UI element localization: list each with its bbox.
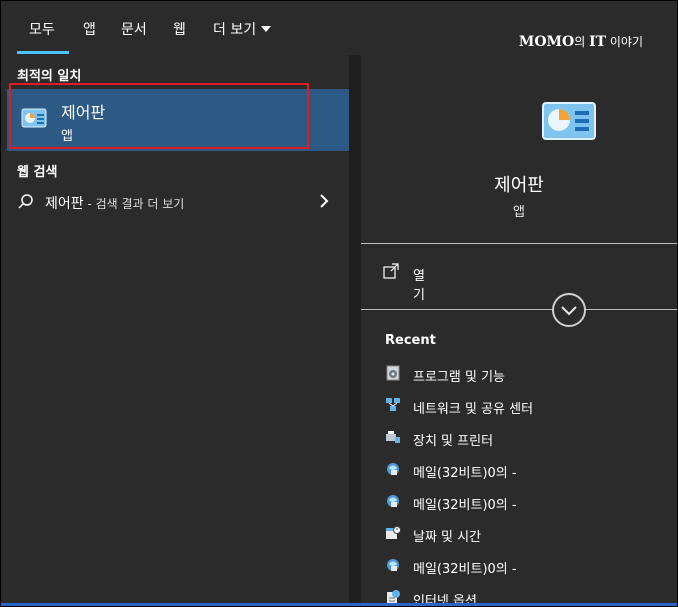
watermark-rest: 이야기: [606, 35, 643, 49]
pane-divider: [349, 55, 361, 606]
search-icon: [17, 193, 35, 215]
web-search-text: 제어판 - 검색 결과 더 보기: [45, 193, 184, 213]
mail-icon: [385, 493, 401, 509]
active-tab-indicator: [17, 51, 69, 54]
recent-heading: Recent: [385, 333, 436, 348]
detail-pane: 제어판 앱 열기 Recent 프로그램 및 기능 네트워크 및 공유 센터 장…: [361, 69, 677, 606]
chevron-down-icon: [261, 26, 272, 32]
watermark-it: IT: [589, 34, 607, 50]
open-external-icon: [383, 263, 399, 283]
programs-features-icon: [385, 365, 401, 381]
recent-item-label: 메일(32비트)0의 -: [413, 466, 517, 481]
control-panel-large-icon: [541, 101, 597, 145]
recent-item[interactable]: 프로그램 및 기능: [385, 365, 665, 389]
date-time-icon: [385, 525, 401, 541]
recent-item[interactable]: 메일(32비트)0의 -: [385, 557, 665, 581]
tab-more[interactable]: 더 보기: [213, 19, 272, 39]
detail-title: 제어판: [494, 175, 544, 196]
recent-item[interactable]: 날짜 및 시간: [385, 525, 665, 549]
chevron-down-icon: [561, 306, 577, 316]
watermark-mid: 의: [574, 35, 590, 49]
detail-subtitle: 앱: [513, 205, 525, 220]
tab-bar: 모두 앱 문서 웹 더 보기 MOMO의 IT 이야기: [1, 1, 677, 55]
web-search-suffix: - 검색 결과 더 보기: [83, 197, 185, 211]
recent-item[interactable]: 네트워크 및 공유 센터: [385, 397, 665, 421]
best-match-heading: 최적의 일치: [17, 69, 82, 84]
watermark: MOMO의 IT 이야기: [519, 33, 643, 50]
divider-line: [361, 243, 677, 244]
tab-more-label: 더 보기: [213, 22, 257, 38]
tab-all[interactable]: 모두: [29, 19, 55, 39]
taskbar-edge: [1, 603, 677, 606]
highlight-box: [9, 83, 309, 149]
recent-item-label: 프로그램 및 기능: [413, 370, 505, 385]
recent-item-label: 메일(32비트)0의 -: [413, 562, 517, 577]
divider-line-2: [361, 309, 677, 310]
recent-item-label: 장치 및 프린터: [413, 434, 494, 449]
watermark-logo: MOMO: [518, 34, 575, 50]
recent-item[interactable]: 메일(32비트)0의 -: [385, 461, 665, 485]
recent-item[interactable]: 메일(32비트)0의 -: [385, 493, 665, 517]
expand-button[interactable]: [552, 293, 586, 327]
tab-web[interactable]: 웹: [173, 19, 186, 39]
recent-item[interactable]: 장치 및 프린터: [385, 429, 665, 453]
mail-icon: [385, 557, 401, 573]
recent-item-label: 메일(32비트)0의 -: [413, 498, 517, 513]
chevron-right-icon[interactable]: [319, 193, 329, 213]
search-window: 모두 앱 문서 웹 더 보기 MOMO의 IT 이야기 최적의 일치 제어판 앱…: [0, 0, 678, 607]
network-sharing-icon: [385, 397, 401, 413]
web-search-heading: 웹 검색: [17, 165, 58, 180]
web-search-query: 제어판: [45, 196, 84, 212]
devices-printers-icon: [385, 429, 401, 445]
web-search-item[interactable]: 제어판 - 검색 결과 더 보기: [1, 189, 349, 217]
open-label: 열기: [413, 269, 425, 303]
recent-item-label: 네트워크 및 공유 센터: [413, 402, 534, 417]
tab-documents[interactable]: 문서: [121, 19, 147, 39]
tab-apps[interactable]: 앱: [83, 19, 96, 39]
mail-icon: [385, 461, 401, 477]
recent-item-label: 날짜 및 시간: [413, 530, 482, 545]
